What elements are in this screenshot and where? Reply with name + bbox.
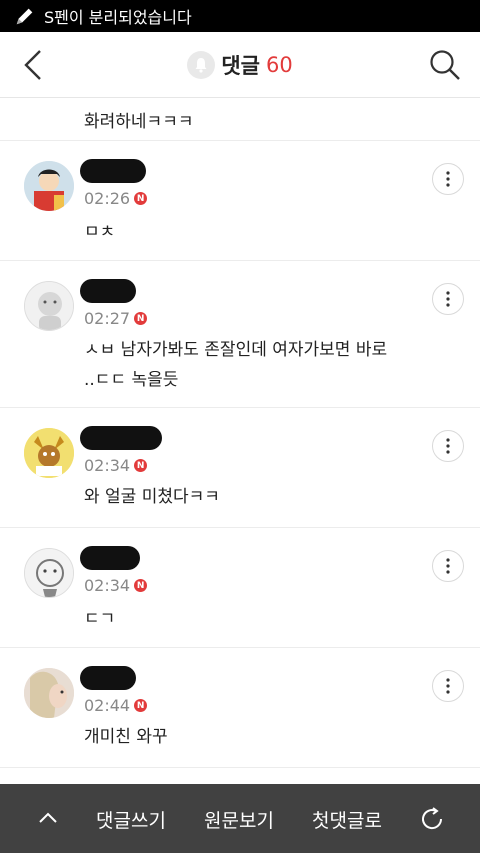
comment-meta: 02:44 N (84, 696, 148, 715)
username-redacted (80, 546, 140, 570)
comment-meta: 02:27 N (84, 309, 148, 328)
new-badge: N (134, 192, 148, 205)
comment-text: 와 얼굴 미쳤다ㅋㅋ (84, 487, 220, 507)
first-comment-button[interactable]: 첫댓글로 (312, 806, 382, 833)
list-item: 화려하네ㅋㅋㅋ (0, 98, 480, 141)
username-redacted (80, 159, 146, 183)
new-badge: N (134, 459, 148, 472)
more-options-icon[interactable] (432, 163, 464, 195)
pen-icon (16, 8, 33, 25)
username-redacted (80, 279, 136, 303)
header: 댓글 60 (0, 32, 480, 98)
avatar[interactable] (24, 428, 74, 478)
comment-body: ㄷㄱ (84, 604, 115, 634)
bottom-toolbar: 댓글쓰기 원문보기 첫댓글로 (0, 784, 480, 853)
status-text: S펜이 분리되었습니다 (44, 8, 192, 27)
scroll-up-icon[interactable] (36, 806, 60, 830)
comment-body: 와 얼굴 미쳤다ㅋㅋ (84, 482, 220, 512)
comment-item: 02:26 N ㅁㅊ (0, 141, 480, 261)
comment-time: 02:44 (84, 696, 131, 715)
comment-body: ㅁㅊ (84, 217, 115, 247)
comment-text: ㅅㅂ 남자가봐도 존잘인데 여자가보면 바로 (84, 340, 388, 360)
more-options-icon[interactable] (432, 283, 464, 315)
comment-time: 02:26 (84, 189, 131, 208)
avatar[interactable] (24, 668, 74, 718)
username-redacted (80, 666, 136, 690)
view-original-button[interactable]: 원문보기 (204, 806, 274, 833)
username-redacted (80, 426, 162, 450)
comment-list[interactable]: 화려하네ㅋㅋㅋ 02:26 N ㅁㅊ 02:27 N ㅅㅂ 남자가봐도 존잘인데… (0, 98, 480, 784)
comment-item: 02:44 N 개미친 와꾸 (0, 648, 480, 768)
comment-text: ㄷㄱ (84, 609, 116, 629)
new-badge: N (134, 312, 148, 325)
comment-meta: 02:34 N (84, 576, 148, 595)
back-icon[interactable] (18, 48, 48, 82)
new-badge: N (134, 579, 148, 592)
comment-meta: 02:26 N (84, 189, 148, 208)
more-options-icon[interactable] (432, 550, 464, 582)
comment-body: ㅅㅂ 남자가봐도 존잘인데 여자가보면 바로 ..ㄷㄷ 녹을듯 (84, 335, 387, 395)
comment-text: 화려하네ㅋㅋㅋ (84, 111, 194, 132)
title-group: 댓글 60 (187, 50, 293, 80)
comment-item: 02:27 N ㅅㅂ 남자가봐도 존잘인데 여자가보면 바로 ..ㄷㄷ 녹을듯 (0, 261, 480, 408)
comment-time: 02:27 (84, 309, 131, 328)
comment-body: 개미친 와꾸 (84, 722, 168, 752)
comment-item: 02:34 N ㄷㄱ (0, 528, 480, 648)
comment-text: ..ㄷㄷ 녹을듯 (84, 370, 179, 390)
new-badge: N (134, 699, 148, 712)
comment-time: 02:34 (84, 456, 131, 475)
search-icon[interactable] (428, 48, 462, 82)
write-comment-button[interactable]: 댓글쓰기 (96, 806, 166, 833)
comment-text: 개미친 와꾸 (84, 727, 168, 747)
status-bar: S펜이 분리되었습니다 (0, 0, 480, 32)
comment-item: 02:34 N 와 얼굴 미쳤다ㅋㅋ (0, 408, 480, 528)
comment-meta: 02:34 N (84, 456, 148, 475)
comment-count: 60 (265, 52, 293, 77)
page-title: 댓글 (221, 53, 260, 78)
refresh-icon[interactable] (418, 805, 446, 833)
more-options-icon[interactable] (432, 670, 464, 702)
comment-time: 02:34 (84, 576, 131, 595)
comment-text: ㅁㅊ (84, 222, 116, 242)
avatar[interactable] (24, 281, 74, 331)
avatar[interactable] (24, 161, 74, 211)
avatar[interactable] (24, 548, 74, 598)
bell-icon[interactable] (187, 50, 216, 79)
more-options-icon[interactable] (432, 430, 464, 462)
